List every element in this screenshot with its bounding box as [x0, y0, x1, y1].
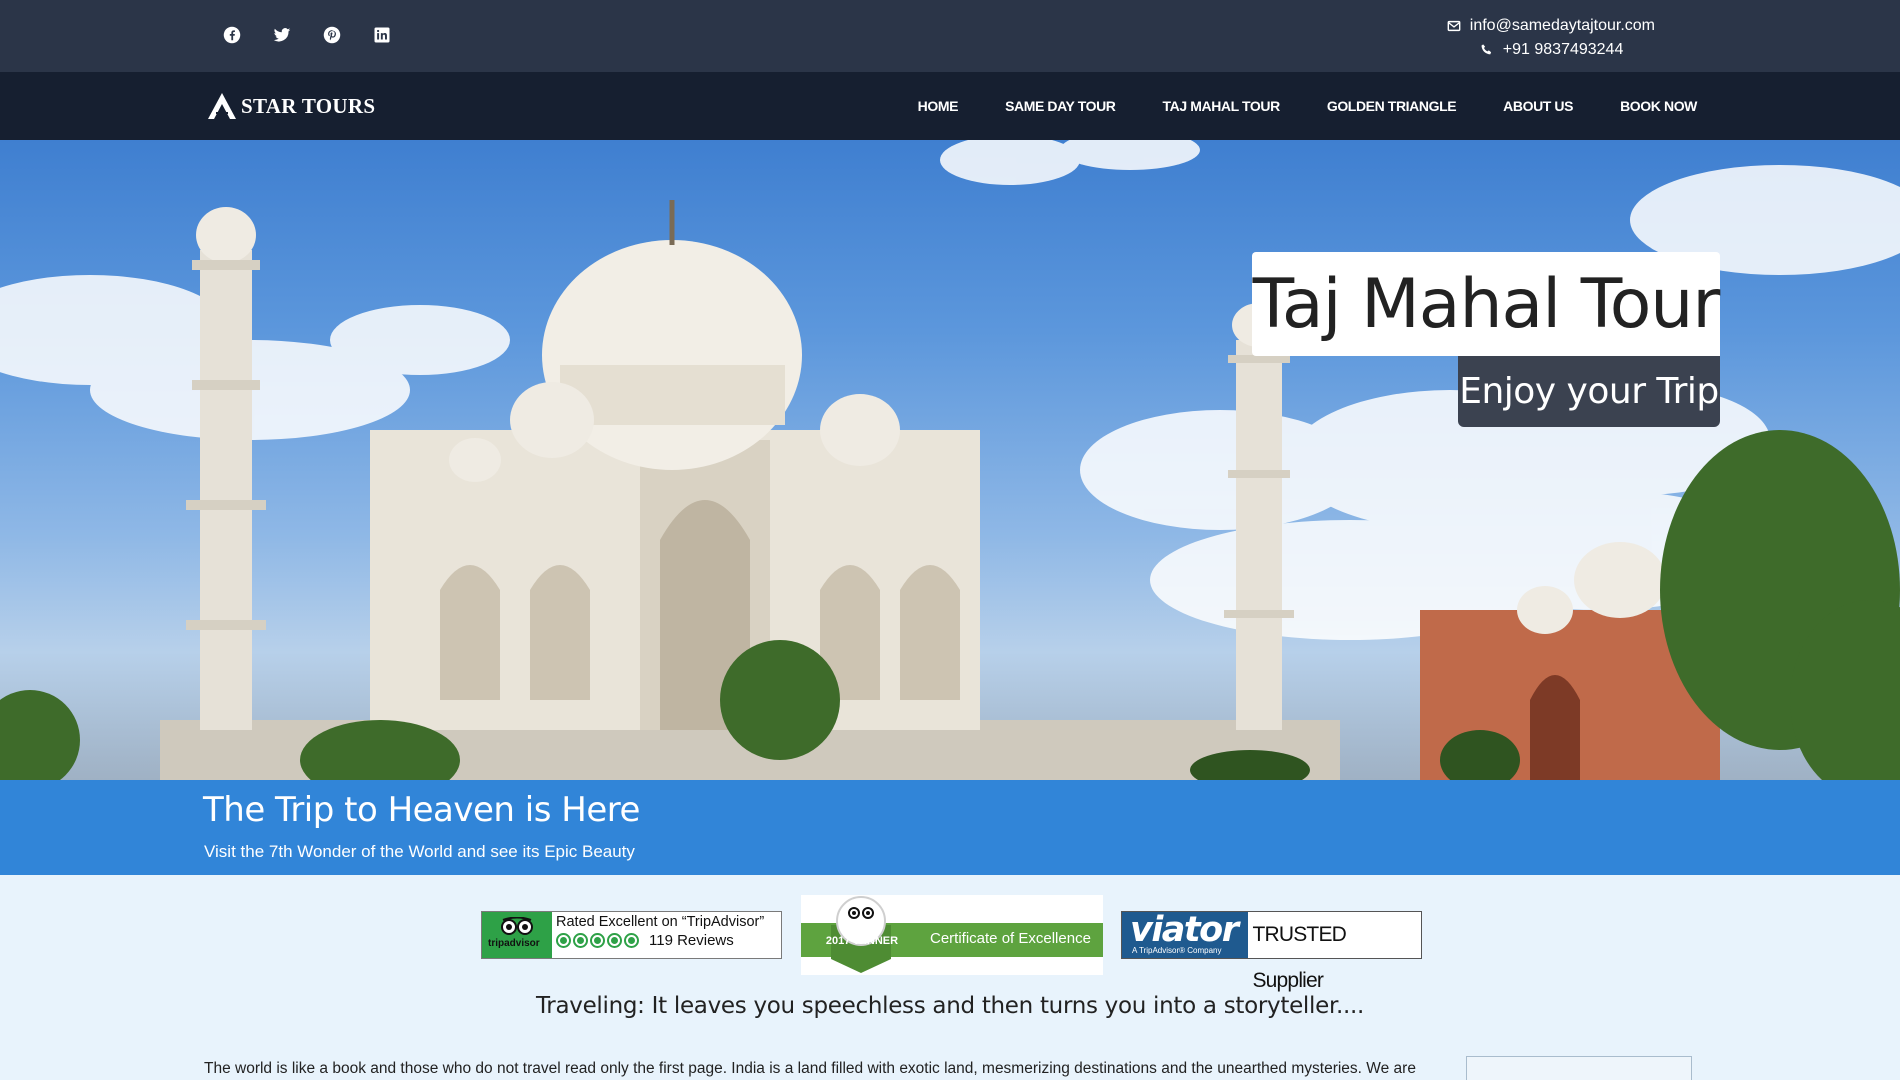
- trust-badges: tripadvisor Rated Excellent on “TripAdvi…: [0, 895, 1900, 992]
- nav-item-book-now[interactable]: BOOK NOW: [1620, 98, 1697, 114]
- email-row[interactable]: info@samedaytajtour.com: [1447, 14, 1655, 38]
- rating-stars: 119 Reviews: [556, 932, 764, 949]
- viator-tagline: A TripAdvisor® Company: [1132, 946, 1222, 955]
- social-links: [218, 24, 396, 46]
- hero-subtitle: Enjoy your Trip: [1459, 371, 1719, 412]
- linkedin-icon[interactable]: [368, 24, 396, 46]
- review-count: 119 Reviews: [649, 932, 734, 949]
- hero-title-box: Taj Mahal Tour: [1252, 252, 1720, 356]
- intro-paragraph: The world is like a book and those who d…: [204, 1060, 1416, 1077]
- contact-info: info@samedaytajtour.com +91 9837493244: [1447, 14, 1655, 62]
- rating-bubble-icon: [556, 933, 571, 948]
- hero-banner: Taj Mahal Tour Enjoy your Trip: [0, 140, 1900, 780]
- tripadvisor-logo: tripadvisor: [482, 912, 552, 958]
- viator-logo: viator A TripAdvisor® Company: [1122, 910, 1249, 958]
- site-logo[interactable]: STAR TOURS: [207, 92, 375, 120]
- nav-item-same-day-tour[interactable]: SAME DAY TOUR: [1005, 98, 1116, 114]
- band-subheading: Visit the 7th Wonder of the World and se…: [204, 842, 635, 861]
- band-heading: The Trip to Heaven is Here: [203, 790, 640, 830]
- phone-icon: [1481, 44, 1491, 55]
- travel-quote: Traveling: It leaves you speechless and …: [535, 993, 1365, 1019]
- phone-link[interactable]: +91 9837493244: [1503, 41, 1624, 59]
- nav-item-about-us[interactable]: ABOUT US: [1503, 98, 1573, 114]
- winner-year: 2017 WINNER: [825, 935, 899, 947]
- email-link[interactable]: info@samedaytajtour.com: [1470, 17, 1655, 35]
- nav-menu: HOME SAME DAY TOUR TAJ MAHAL TOUR GOLDEN…: [918, 72, 1698, 140]
- sidebar-widget: [1466, 1056, 1692, 1080]
- nav-item-taj-mahal-tour[interactable]: TAJ MAHAL TOUR: [1163, 98, 1281, 114]
- viator-wordmark: viator: [1130, 910, 1239, 950]
- certificate-of-excellence-badge[interactable]: 2017 WINNER Certificate of Excellence: [801, 895, 1103, 975]
- facebook-icon[interactable]: [218, 24, 246, 46]
- certificate-label: Certificate of Excellence: [930, 930, 1091, 947]
- twitter-icon[interactable]: [268, 24, 296, 46]
- taj-mahal-image: [0, 140, 1900, 780]
- tripadvisor-rating-badge[interactable]: tripadvisor Rated Excellent on “TripAdvi…: [481, 911, 782, 959]
- rating-bubble-icon: [590, 933, 605, 948]
- tripadvisor-wordmark: tripadvisor: [488, 938, 540, 949]
- trusted-supplier-label: TRUSTED Supplier: [1252, 923, 1347, 992]
- rating-bubble-icon: [624, 933, 639, 948]
- nav-item-home[interactable]: HOME: [918, 98, 959, 114]
- rating-bubble-icon: [607, 933, 622, 948]
- hero-title: Taj Mahal Tour: [1252, 264, 1721, 344]
- logo-mark-icon: [208, 93, 236, 119]
- hero-subtitle-box: Enjoy your Trip: [1458, 356, 1720, 427]
- pinterest-icon[interactable]: [318, 24, 346, 46]
- top-bar: info@samedaytajtour.com +91 9837493244: [0, 0, 1900, 72]
- rating-bubble-icon: [573, 933, 588, 948]
- viator-badge[interactable]: viator A TripAdvisor® Company TRUSTED Su…: [1121, 910, 1422, 992]
- logo-text: STAR TOURS: [241, 93, 376, 118]
- main-navigation: STAR TOURS HOME SAME DAY TOUR TAJ MAHAL …: [0, 72, 1900, 140]
- phone-row[interactable]: +91 9837493244: [1480, 38, 1655, 62]
- mail-icon: [1447, 20, 1461, 32]
- tripadvisor-owl-icon: [501, 917, 533, 935]
- intro-band: The Trip to Heaven is Here Visit the 7th…: [0, 780, 1900, 875]
- rating-headline: Rated Excellent on “TripAdvisor”: [556, 914, 765, 930]
- nav-item-golden-triangle[interactable]: GOLDEN TRIANGLE: [1327, 98, 1457, 114]
